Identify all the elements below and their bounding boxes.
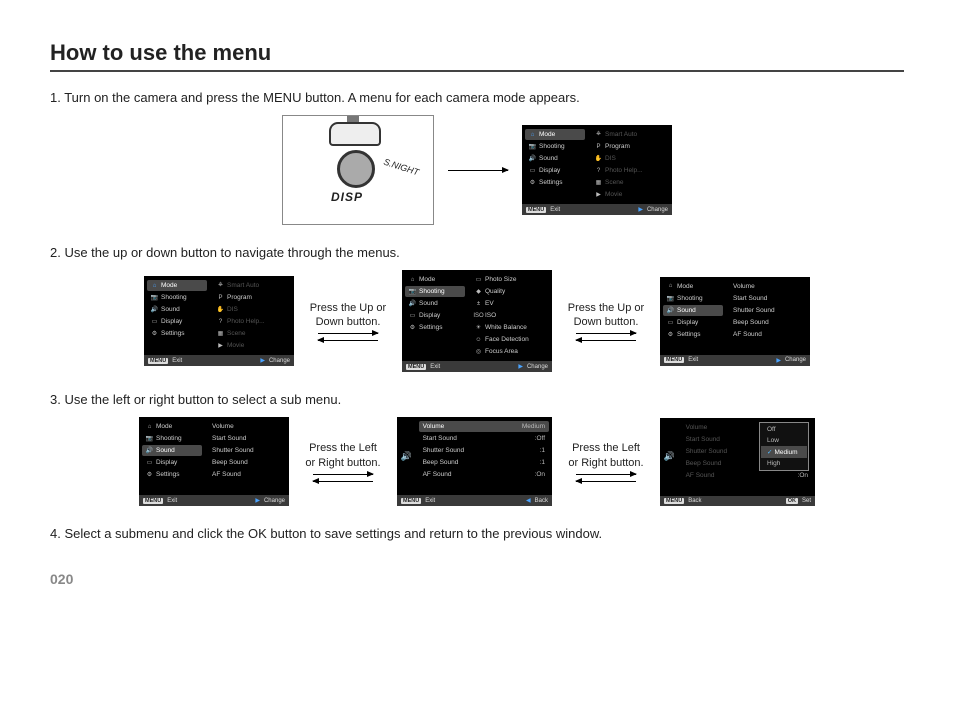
menu-screen-mode-2: ⌂Mode 📷Shooting 🔊Sound ▭Display ⚙Setting…: [144, 276, 294, 366]
page-title: How to use the menu: [50, 40, 904, 72]
menu-screen-sound: ⌂Mode 📷Shooting 🔊Sound ▭Display ⚙Setting…: [660, 277, 810, 366]
step-2-row: ⌂Mode 📷Shooting 🔊Sound ▭Display ⚙Setting…: [50, 270, 904, 372]
volume-option-high: High: [761, 458, 807, 469]
page-number: 020: [50, 571, 904, 587]
volume-option-off: Off: [761, 424, 807, 435]
menu-screen-mode: ⌂Mode 📷Shooting 🔊Sound ▭Display ⚙Setting…: [522, 125, 672, 215]
gear-icon: ⚙: [529, 180, 536, 186]
caption-updown-1: Press the Up or Down button.: [308, 301, 388, 330]
camera-icon: 📷: [529, 144, 536, 150]
step-1-row: S.NIGHT DISP ⌂Mode 📷Shooting 🔊Sound ▭Dis…: [50, 115, 904, 225]
sound-icon: 🔊: [401, 451, 412, 462]
menu-screen-shooting: ⌂Mode 📷Shooting 🔊Sound ▭Display ⚙Setting…: [402, 270, 552, 372]
volume-popup: Off Low ✓Medium High: [759, 422, 809, 471]
caption-leftright-2: Press the Left or Right button.: [566, 441, 646, 470]
volume-option-medium: ✓Medium: [761, 446, 807, 458]
camera-illustration: S.NIGHT DISP: [282, 115, 434, 225]
step-2-text: 2. Use the up or down button to navigate…: [50, 245, 904, 260]
caption-leftright-1: Press the Left or Right button.: [303, 441, 383, 470]
menu-screen-sound-detail: 🔊 VolumeMedium Start Sound:Off Shutter S…: [397, 417, 552, 506]
step-3-text: 3. Use the left or right button to selec…: [50, 392, 904, 407]
display-icon: ▭: [529, 168, 536, 174]
caption-updown-2: Press the Up or Down button.: [566, 301, 646, 330]
sound-icon: 🔊: [529, 156, 536, 162]
volume-option-low: Low: [761, 435, 807, 446]
step-3-row: ⌂Mode 📷Shooting 🔊Sound ▭Display ⚙Setting…: [50, 417, 904, 506]
arrow-group: [448, 170, 508, 171]
step-4-text: 4. Select a submenu and click the OK but…: [50, 526, 904, 541]
arrow-right-icon: [448, 170, 508, 171]
menu-screen-volume-popup: 🔊 Volume Start Sound Shutter Sound Beep …: [660, 418, 815, 506]
step-1-text: 1. Turn on the camera and press the MENU…: [50, 90, 904, 105]
menu-screen-sound-left: ⌂Mode 📷Shooting 🔊Sound ▭Display ⚙Setting…: [139, 417, 289, 506]
mode-icon: ⌂: [529, 132, 536, 138]
check-icon: ✓: [767, 449, 772, 456]
